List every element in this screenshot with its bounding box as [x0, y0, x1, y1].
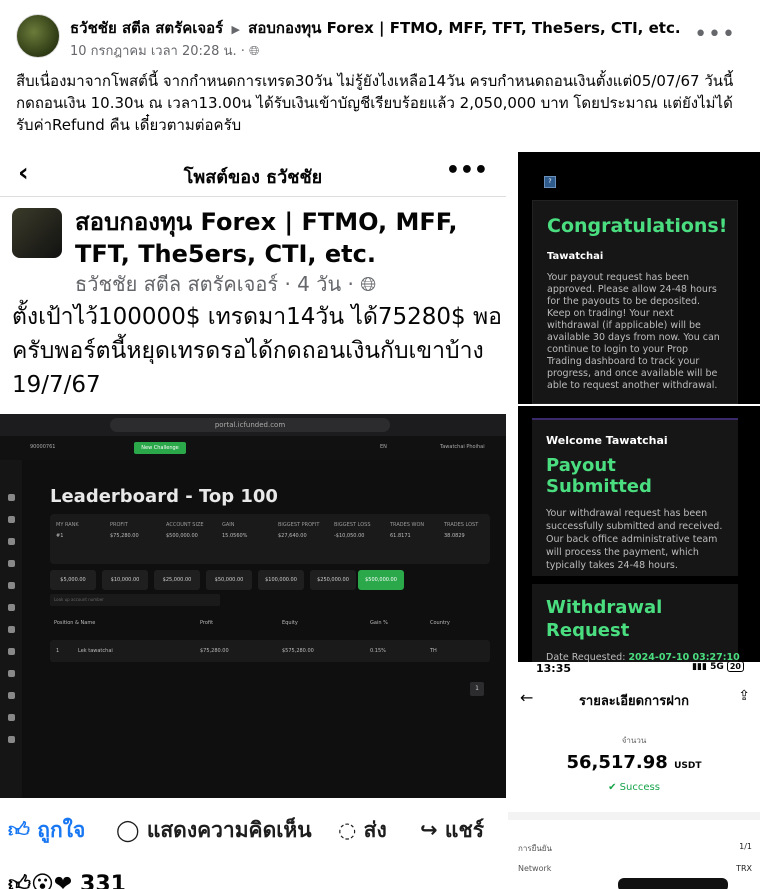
- congrats-name: Tawatchai: [547, 251, 604, 262]
- date-requested: Date Requested: 2024-07-10 03:27:10: [546, 652, 740, 662]
- battery-icon: 20: [726, 662, 744, 672]
- new-challenge-button: New Challenge: [134, 442, 186, 454]
- chip: $10,000.00: [102, 570, 148, 590]
- sidebar-icon: [8, 670, 15, 677]
- table-row: 1 Lek tawatchai $75,280.00 $575,280.00 0…: [50, 640, 490, 662]
- account-size-chips: $5,000.00 $10,000.00 $25,000.00 $50,000.…: [50, 570, 490, 590]
- shared-post-meta: ธวัชชัย สตีล สตรัคเจอร์ · 4 วัน · 🌐︎: [75, 272, 377, 296]
- table-header: Position & Name Profit Equity Gain % Cou…: [54, 620, 450, 626]
- withdrawal-title: Withdrawal Request: [546, 597, 663, 641]
- media-image-congrats[interactable]: ? Congratulations! Tawatchai Your payout…: [518, 152, 760, 404]
- sidebar-icon: [8, 648, 15, 655]
- share-icon: ↪: [420, 818, 438, 842]
- confirm-row: การยืนยัน 1/1: [518, 842, 752, 853]
- reaction-icons: 👍︎😮❤︎: [8, 872, 73, 889]
- divider: [508, 812, 760, 820]
- check-circle-icon: ✔︎: [608, 782, 617, 793]
- payout-title: Payout Submitted: [546, 455, 652, 497]
- comment-icon: ◯: [116, 818, 140, 842]
- post-meta: 10 กรกฎาคม เวลา 20:28 น. · 🌐︎: [70, 44, 260, 59]
- chip: $50,000.00: [206, 570, 252, 590]
- reaction-summary: 👍︎😮❤︎ 331: [8, 870, 126, 889]
- url-bar: portal.icfunded.com: [110, 418, 390, 432]
- sidebar-icon: [8, 736, 15, 743]
- chip: $5,000.00: [50, 570, 96, 590]
- app-icon: ?: [544, 176, 556, 188]
- amount-label: จำนวน: [621, 736, 647, 745]
- lang-label: EN: [380, 444, 387, 450]
- shared-group-name: สอบกองทุน Forex | FTMO, MFF, TFT, The5er…: [75, 208, 458, 268]
- caret-right-icon: ▶: [231, 23, 240, 36]
- chip: $25,000.00: [154, 570, 200, 590]
- sidebar-icon: [8, 604, 15, 611]
- payout-card: Welcome Tawatchai Payout Submitted Your …: [532, 418, 738, 576]
- pagination: 1: [470, 682, 484, 696]
- author-avatar[interactable]: [16, 14, 60, 58]
- redacted-block: [618, 878, 728, 889]
- media-image-payout[interactable]: Welcome Tawatchai Payout Submitted Your …: [518, 406, 760, 662]
- shared-post-text: ตั้งเป้าไว้100000$ เทรดมา14วัน ได้75280$…: [12, 304, 502, 398]
- share-icon: ⇪: [738, 688, 750, 704]
- thumbs-up-icon: 👍︎: [8, 818, 30, 842]
- group-name[interactable]: สอบกองทุน Forex | FTMO, MFF, TFT, The5er…: [248, 19, 680, 37]
- more-options-button[interactable]: •••: [694, 22, 736, 47]
- shared-post-actions: 👍︎ ถูกใจ ◯ แสดงความคิดเห็น ◌ ส่ง ↪ แชร์: [0, 808, 506, 848]
- share-action: ↪ แชร์: [420, 818, 484, 842]
- sidebar-icon: [8, 714, 15, 721]
- sidebar-icon: [8, 692, 15, 699]
- post-text: สืบเนื่องมาจากโพสต์นี้ จากกำหนดการเทรด30…: [16, 72, 734, 134]
- phone-title: รายละเอียดการฝาก: [578, 694, 690, 709]
- welcome-text: Welcome Tawatchai: [546, 434, 668, 447]
- chip: $250,000.00: [310, 570, 356, 590]
- reaction-count: 331: [80, 872, 126, 889]
- media-image-left[interactable]: ‹ โพสต์ของ ธวัชชัย ••• สอบกองทุน Forex |…: [0, 152, 506, 889]
- congrats-card: Congratulations! Tawatchai Your payout r…: [532, 200, 738, 404]
- payout-body: Your withdrawal request has been success…: [546, 508, 723, 571]
- globe-icon: 🌐︎: [249, 44, 260, 59]
- chip-active: $500,000.00: [358, 570, 404, 590]
- stats-box: MY RANK #1 PROFIT $75,280.00 ACCOUNT SIZE $…: [50, 514, 490, 564]
- sidebar-icon: [8, 560, 15, 567]
- leaderboard-title: Leaderboard - Top 100: [50, 486, 278, 507]
- status-bar: 13:35 ▮▮▮ 5G 20: [508, 662, 760, 678]
- sidebar-icon: [8, 626, 15, 633]
- congrats-title: Congratulations!: [547, 215, 728, 237]
- messenger-action: ◌ ส่ง: [338, 818, 387, 842]
- clock: 13:35: [536, 662, 572, 675]
- phone-header: ← รายละเอียดการฝาก ⇪: [508, 688, 760, 710]
- messenger-icon: ◌: [338, 818, 357, 842]
- account-id: 90000761: [30, 444, 56, 450]
- chip: $100,000.00: [258, 570, 304, 590]
- post-header: ธวัชชัย สตีล สตรัคเจอร์ ▶ สอบกองทุน Fore…: [0, 0, 760, 68]
- shared-post-title: โพสต์ของ ธวัชชัย: [183, 167, 323, 188]
- signal-indicator: ▮▮▮ 5G 20: [692, 662, 744, 672]
- status-success: ✔︎ Success: [608, 782, 660, 793]
- search-input: Look up account number: [50, 594, 220, 606]
- dashboard-screenshot: portal.icfunded.com 90000761 New Challen…: [0, 414, 506, 798]
- media-image-deposit[interactable]: 13:35 ▮▮▮ 5G 20 ← รายละเอียดการฝาก ⇪ จำน…: [508, 662, 760, 889]
- author-name[interactable]: ธวัชชัย สตีล สตรัคเจอร์: [70, 19, 223, 37]
- withdrawal-card: Withdrawal Request Date Requested: 2024-…: [532, 584, 740, 662]
- globe-icon: 🌐︎: [360, 272, 377, 296]
- amount: 56,517.98 USDT: [566, 752, 702, 773]
- divider: [0, 196, 506, 197]
- sidebar-icon: [8, 538, 15, 545]
- sidebar-icon: [8, 516, 15, 523]
- author-line: ธวัชชัย สตีล สตรัคเจอร์ ▶ สอบกองทุน Fore…: [70, 16, 681, 40]
- dashboard-sidebar: [0, 460, 22, 798]
- comment-action: ◯ แสดงความคิดเห็น: [116, 818, 312, 842]
- dots-icon: •••: [445, 158, 488, 183]
- shared-post-header: ‹ โพสต์ของ ธวัชชัย •••: [0, 152, 506, 194]
- congrats-body: Your payout request has been approved. P…: [547, 272, 720, 391]
- dashboard-nav: 90000761 New Challenge EN Tawatchai Phoi…: [0, 436, 506, 460]
- user-name: Tawatchai Phoihai: [440, 444, 485, 450]
- like-action: 👍︎ ถูกใจ: [8, 818, 86, 842]
- network-row: Network TRX: [518, 864, 752, 873]
- group-avatar: [12, 208, 62, 258]
- browser-bar: portal.icfunded.com: [0, 414, 506, 436]
- sidebar-icon: [8, 494, 15, 501]
- sidebar-icon: [8, 582, 15, 589]
- post-timestamp[interactable]: 10 กรกฎาคม เวลา 20:28 น.: [70, 44, 237, 59]
